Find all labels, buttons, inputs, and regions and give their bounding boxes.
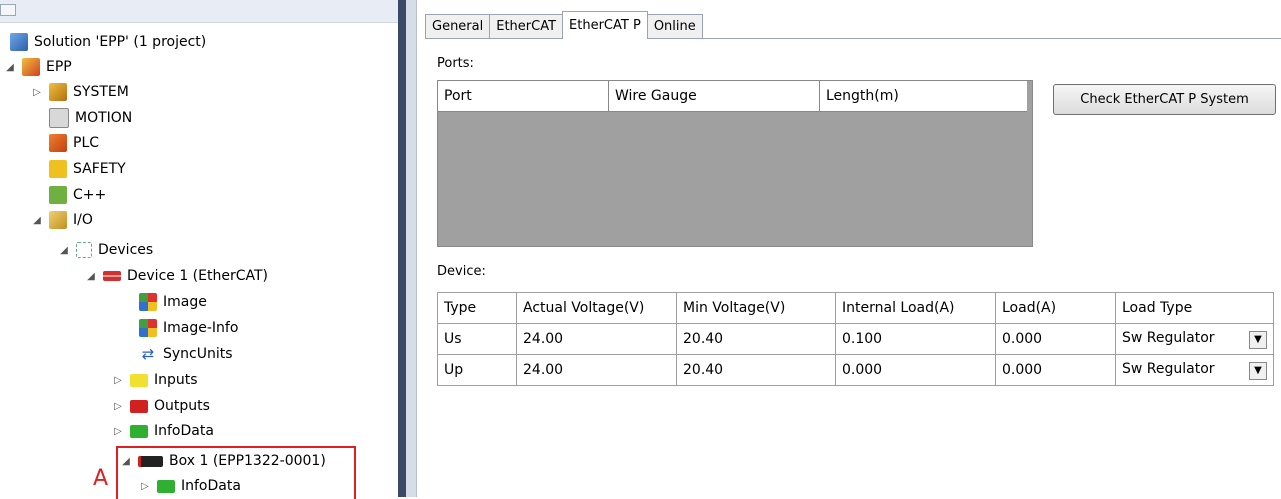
tree-item-io[interactable]: ◢ I/O xyxy=(31,208,93,232)
expanded-arrow-icon[interactable]: ◢ xyxy=(85,271,97,282)
pane-border xyxy=(406,0,417,497)
ethercat-device-icon xyxy=(103,271,121,281)
expanded-arrow-icon[interactable]: ◢ xyxy=(58,245,70,256)
check-ethercat-p-button[interactable]: Check EtherCAT P System xyxy=(1053,84,1276,115)
ports-col-port[interactable]: Port xyxy=(438,81,609,111)
device-header-row: Type Actual Voltage(V) Min Voltage(V) In… xyxy=(437,292,1274,324)
tree-item-image[interactable]: Image xyxy=(139,290,207,314)
table-row[interactable]: Us 24.00 20.40 0.100 0.000 Sw Regulator ▼ xyxy=(437,323,1274,355)
tree-item-system[interactable]: ▷ SYSTEM xyxy=(31,80,129,104)
motion-icon xyxy=(49,108,69,128)
device-label: Device: xyxy=(437,264,492,279)
tab-general[interactable]: General xyxy=(425,14,491,39)
tree-item-outputs[interactable]: ▷ Outputs xyxy=(112,394,210,418)
infodata-icon xyxy=(130,424,148,438)
tree-item-device1[interactable]: ◢ Device 1 (EtherCAT) xyxy=(85,264,268,288)
project-icon xyxy=(22,58,40,76)
tree-item-syncunits[interactable]: ⇄ SyncUnits xyxy=(139,342,233,366)
col-internal-load[interactable]: Internal Load(A) xyxy=(835,292,996,324)
tree-item-plc[interactable]: PLC xyxy=(49,131,99,155)
tree-solution[interactable]: Solution 'EPP' (1 project) xyxy=(10,30,206,54)
col-load-type[interactable]: Load Type xyxy=(1115,292,1274,324)
tab-ethercat[interactable]: EtherCAT xyxy=(489,14,564,39)
safety-icon xyxy=(49,160,67,178)
io-icon xyxy=(49,211,67,229)
devices-icon xyxy=(76,242,92,258)
tree-item-cpp[interactable]: C++ xyxy=(49,183,106,207)
image-icon xyxy=(139,293,157,311)
tab-divider xyxy=(425,38,1281,39)
dropdown-arrow-icon[interactable]: ▼ xyxy=(1249,330,1267,349)
device-table: Type Actual Voltage(V) Min Voltage(V) In… xyxy=(437,292,1274,386)
tab-online[interactable]: Online xyxy=(646,14,703,39)
system-icon xyxy=(49,83,67,101)
tree-item-motion[interactable]: MOTION xyxy=(49,106,132,130)
image-info-icon xyxy=(139,319,157,337)
ports-label: Ports: xyxy=(437,56,480,71)
col-load[interactable]: Load(A) xyxy=(995,292,1116,324)
col-type[interactable]: Type xyxy=(437,292,517,324)
solution-explorer: Solution 'EPP' (1 project) ◢ EPP ▷ SYSTE… xyxy=(0,0,398,499)
expanded-arrow-icon[interactable]: ◢ xyxy=(4,62,16,73)
ports-header: Port Wire Gauge Length(m) xyxy=(438,81,1027,112)
load-type-select[interactable]: Sw Regulator ▼ xyxy=(1115,323,1274,355)
col-min-voltage[interactable]: Min Voltage(V) xyxy=(676,292,836,324)
col-actual-voltage[interactable]: Actual Voltage(V) xyxy=(516,292,677,324)
cpp-icon xyxy=(49,186,67,204)
dropdown-arrow-icon[interactable]: ▼ xyxy=(1249,361,1267,380)
collapsed-arrow-icon[interactable]: ▷ xyxy=(112,375,124,386)
solution-icon xyxy=(10,33,28,51)
tree-item-devices[interactable]: ◢ Devices xyxy=(58,238,153,262)
highlight-box xyxy=(116,446,356,499)
tab-ethercat-p[interactable]: EtherCAT P xyxy=(562,11,648,39)
tree-item-safety[interactable]: SAFETY xyxy=(49,157,126,181)
tree-project[interactable]: ◢ EPP xyxy=(4,55,72,79)
expanded-arrow-icon[interactable]: ◢ xyxy=(31,215,43,226)
collapsed-arrow-icon[interactable]: ▷ xyxy=(112,401,124,412)
collapsed-arrow-icon[interactable]: ▷ xyxy=(112,426,124,437)
tree-item-image-info[interactable]: Image-Info xyxy=(139,316,238,340)
tree-item-inputs[interactable]: ▷ Inputs xyxy=(112,368,197,392)
tab-strip: General EtherCAT EtherCAT P Online xyxy=(425,11,703,39)
ports-col-length[interactable]: Length(m) xyxy=(820,81,1027,111)
pane-splitter[interactable] xyxy=(398,0,406,497)
ports-grid[interactable]: Port Wire Gauge Length(m) xyxy=(437,80,1033,247)
outputs-icon xyxy=(130,399,148,413)
sync-icon: ⇄ xyxy=(141,345,155,363)
toolbar-icon[interactable] xyxy=(0,4,16,16)
inputs-icon xyxy=(130,373,148,387)
ports-col-wire-gauge[interactable]: Wire Gauge xyxy=(609,81,820,111)
load-type-select[interactable]: Sw Regulator ▼ xyxy=(1115,354,1274,386)
table-row[interactable]: Up 24.00 20.40 0.000 0.000 Sw Regulator ▼ xyxy=(437,354,1274,386)
explorer-toolbar xyxy=(0,0,398,23)
annotation-label: A xyxy=(93,466,109,491)
properties-pane: General EtherCAT EtherCAT P Online xyxy=(417,0,1281,497)
plc-icon xyxy=(49,134,67,152)
tree-item-infodata[interactable]: ▷ InfoData xyxy=(112,419,214,443)
collapsed-arrow-icon[interactable]: ▷ xyxy=(31,87,43,98)
